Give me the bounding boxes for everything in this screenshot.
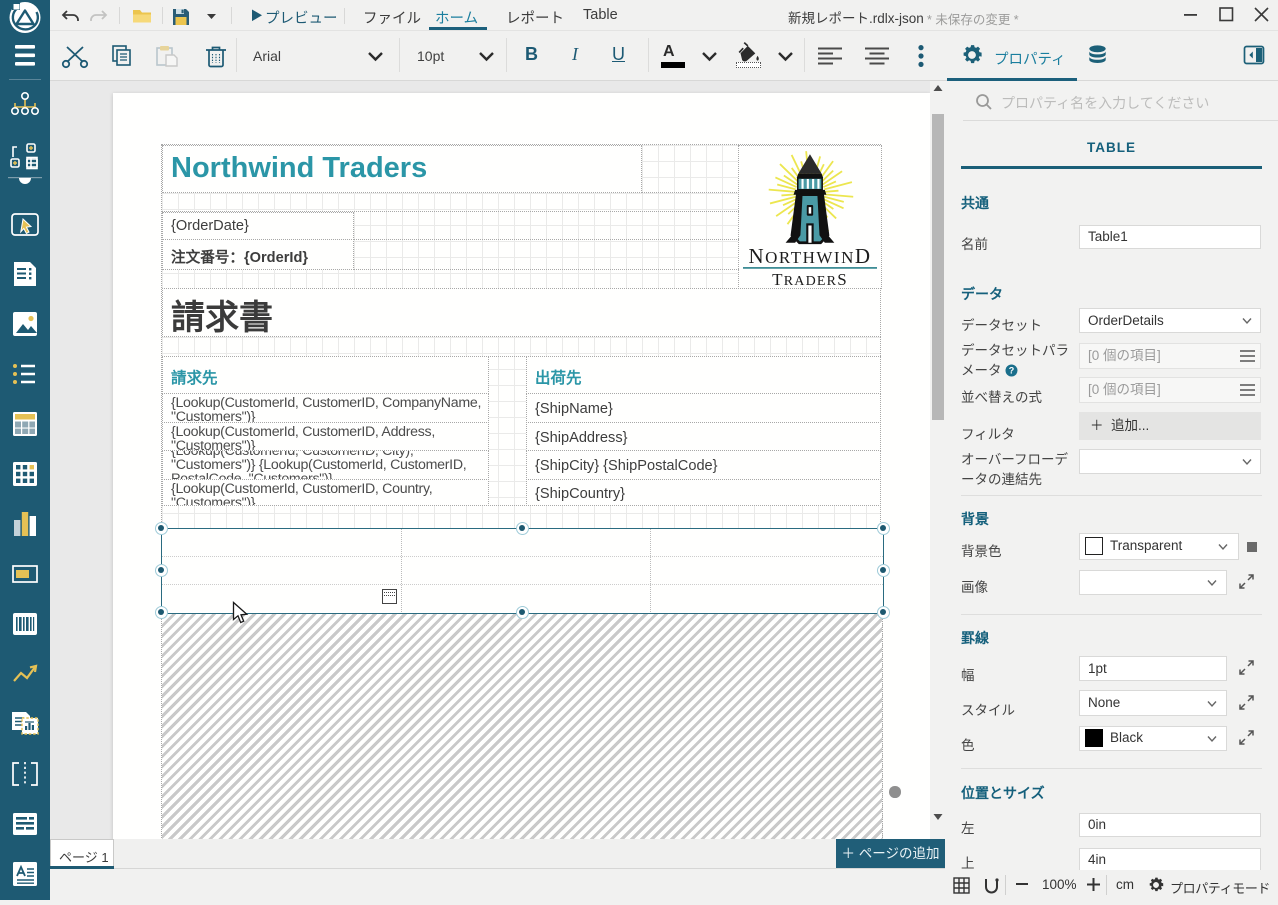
svg-text:NORTHWIND: NORTHWIND [748, 244, 871, 268]
svg-text:TRADERS: TRADERS [772, 270, 848, 288]
svg-text:?: ? [1009, 366, 1015, 376]
